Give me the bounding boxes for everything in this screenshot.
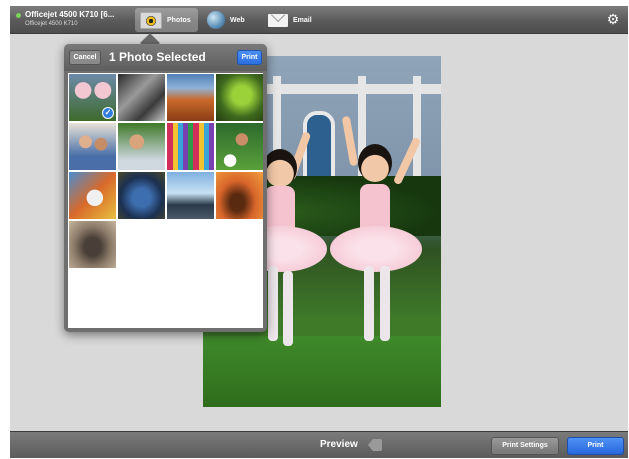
photo-grid: ✓ xyxy=(68,73,263,328)
printer-name: Officejet 4500 K710 [6... xyxy=(25,10,115,19)
tab-email[interactable]: Email xyxy=(263,8,325,32)
tab-web-label: Web xyxy=(230,16,245,24)
tab-email-label: Email xyxy=(293,16,312,24)
photo-thumbnail[interactable] xyxy=(216,172,263,219)
selected-checkmark-icon: ✓ xyxy=(102,107,114,119)
tab-photos[interactable]: Photos xyxy=(135,8,198,32)
photo-thumbnail[interactable] xyxy=(118,172,165,219)
tab-web[interactable]: Web xyxy=(202,8,254,32)
photo-thumbnail[interactable] xyxy=(69,172,116,219)
popover-header: Cancel 1 Photo Selected Print xyxy=(64,44,267,71)
printer-model: Officejet 4500 K710 xyxy=(25,21,78,27)
photo-thumbnail[interactable] xyxy=(167,172,214,219)
photo-picker-popover: Cancel 1 Photo Selected Print ✓ xyxy=(64,44,267,332)
photo-thumbnail[interactable] xyxy=(216,123,263,170)
cancel-button[interactable]: Cancel xyxy=(69,50,101,65)
printer-selector[interactable]: Officejet 4500 K710 [6... Officejet 4500… xyxy=(16,8,141,32)
bottom-bar: Preview Print Settings Print xyxy=(10,431,628,458)
popover-title: 1 Photo Selected xyxy=(109,50,206,64)
photo-subject-right xyxy=(318,115,438,386)
tab-photos-label: Photos xyxy=(167,16,191,24)
photo-thumbnail[interactable] xyxy=(69,123,116,170)
top-bar: Officejet 4500 K710 [6... Officejet 4500… xyxy=(10,6,628,34)
photo-thumbnail[interactable]: ✓ xyxy=(69,74,116,121)
photo-thumbnail[interactable] xyxy=(216,74,263,121)
app-window: Officejet 4500 K710 [6... Officejet 4500… xyxy=(10,6,628,458)
photo-thumbnail[interactable] xyxy=(167,123,214,170)
photos-icon xyxy=(140,11,162,29)
photo-thumbnail[interactable] xyxy=(69,221,116,268)
popover-print-button[interactable]: Print xyxy=(237,50,262,65)
globe-icon xyxy=(207,11,225,29)
print-settings-button[interactable]: Print Settings xyxy=(491,437,559,455)
envelope-icon xyxy=(268,13,288,27)
gear-icon[interactable]: ⚙ xyxy=(606,12,620,26)
back-icon[interactable] xyxy=(368,439,382,451)
printer-status-icon xyxy=(16,13,21,18)
print-button[interactable]: Print xyxy=(567,437,624,455)
photo-thumbnail[interactable] xyxy=(118,74,165,121)
photo-thumbnail[interactable] xyxy=(167,74,214,121)
preview-label: Preview xyxy=(320,439,358,450)
photo-thumbnail[interactable] xyxy=(118,123,165,170)
